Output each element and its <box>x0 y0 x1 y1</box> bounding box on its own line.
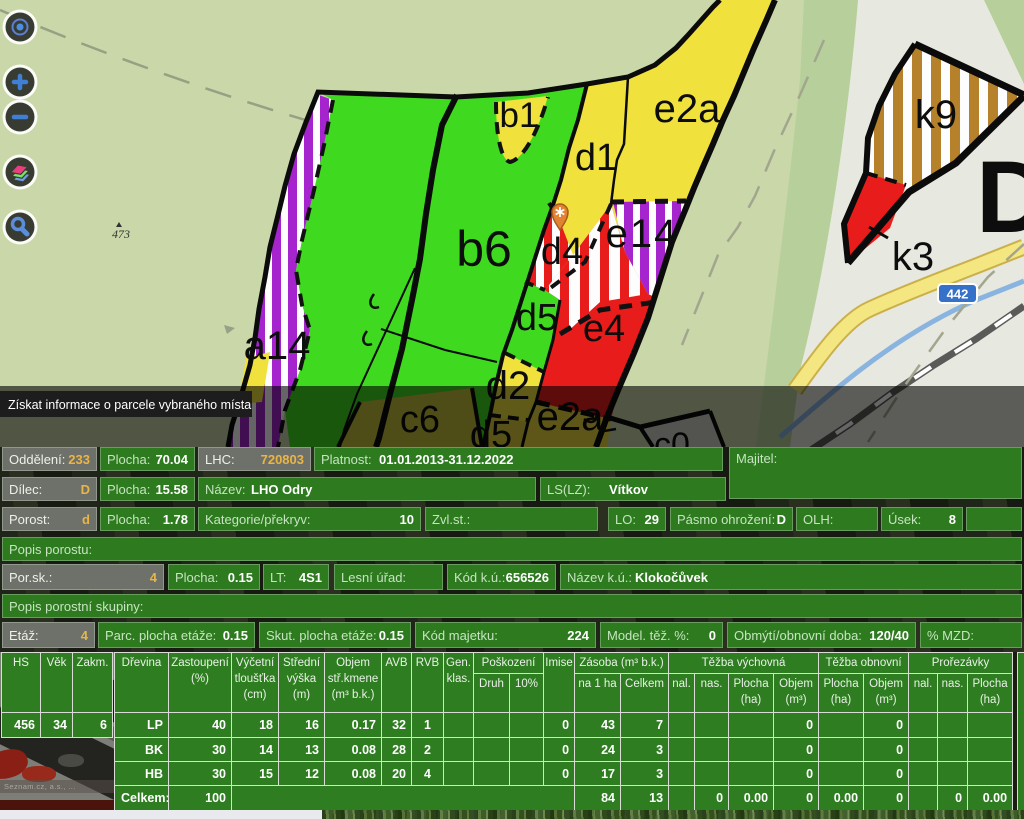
svg-text:b1: b1 <box>500 96 539 135</box>
svg-text:Získat informace o parcele vyb: Získat informace o parcele vybraného mís… <box>8 398 251 412</box>
svg-text:473: 473 <box>112 227 130 241</box>
svg-text:e2a: e2a <box>654 87 721 131</box>
svg-text:e14: e14 <box>606 212 679 256</box>
svg-text:d5: d5 <box>516 297 558 339</box>
svg-text:d4: d4 <box>541 231 583 273</box>
svg-text:k3: k3 <box>892 235 934 279</box>
svg-text:k9: k9 <box>915 93 957 137</box>
svg-text:b6: b6 <box>456 221 512 277</box>
svg-text:e4: e4 <box>583 308 625 350</box>
svg-text:D: D <box>976 140 1024 254</box>
svg-text:442: 442 <box>947 287 969 302</box>
svg-text:a14: a14 <box>244 324 311 368</box>
svg-text:d1: d1 <box>575 137 617 179</box>
